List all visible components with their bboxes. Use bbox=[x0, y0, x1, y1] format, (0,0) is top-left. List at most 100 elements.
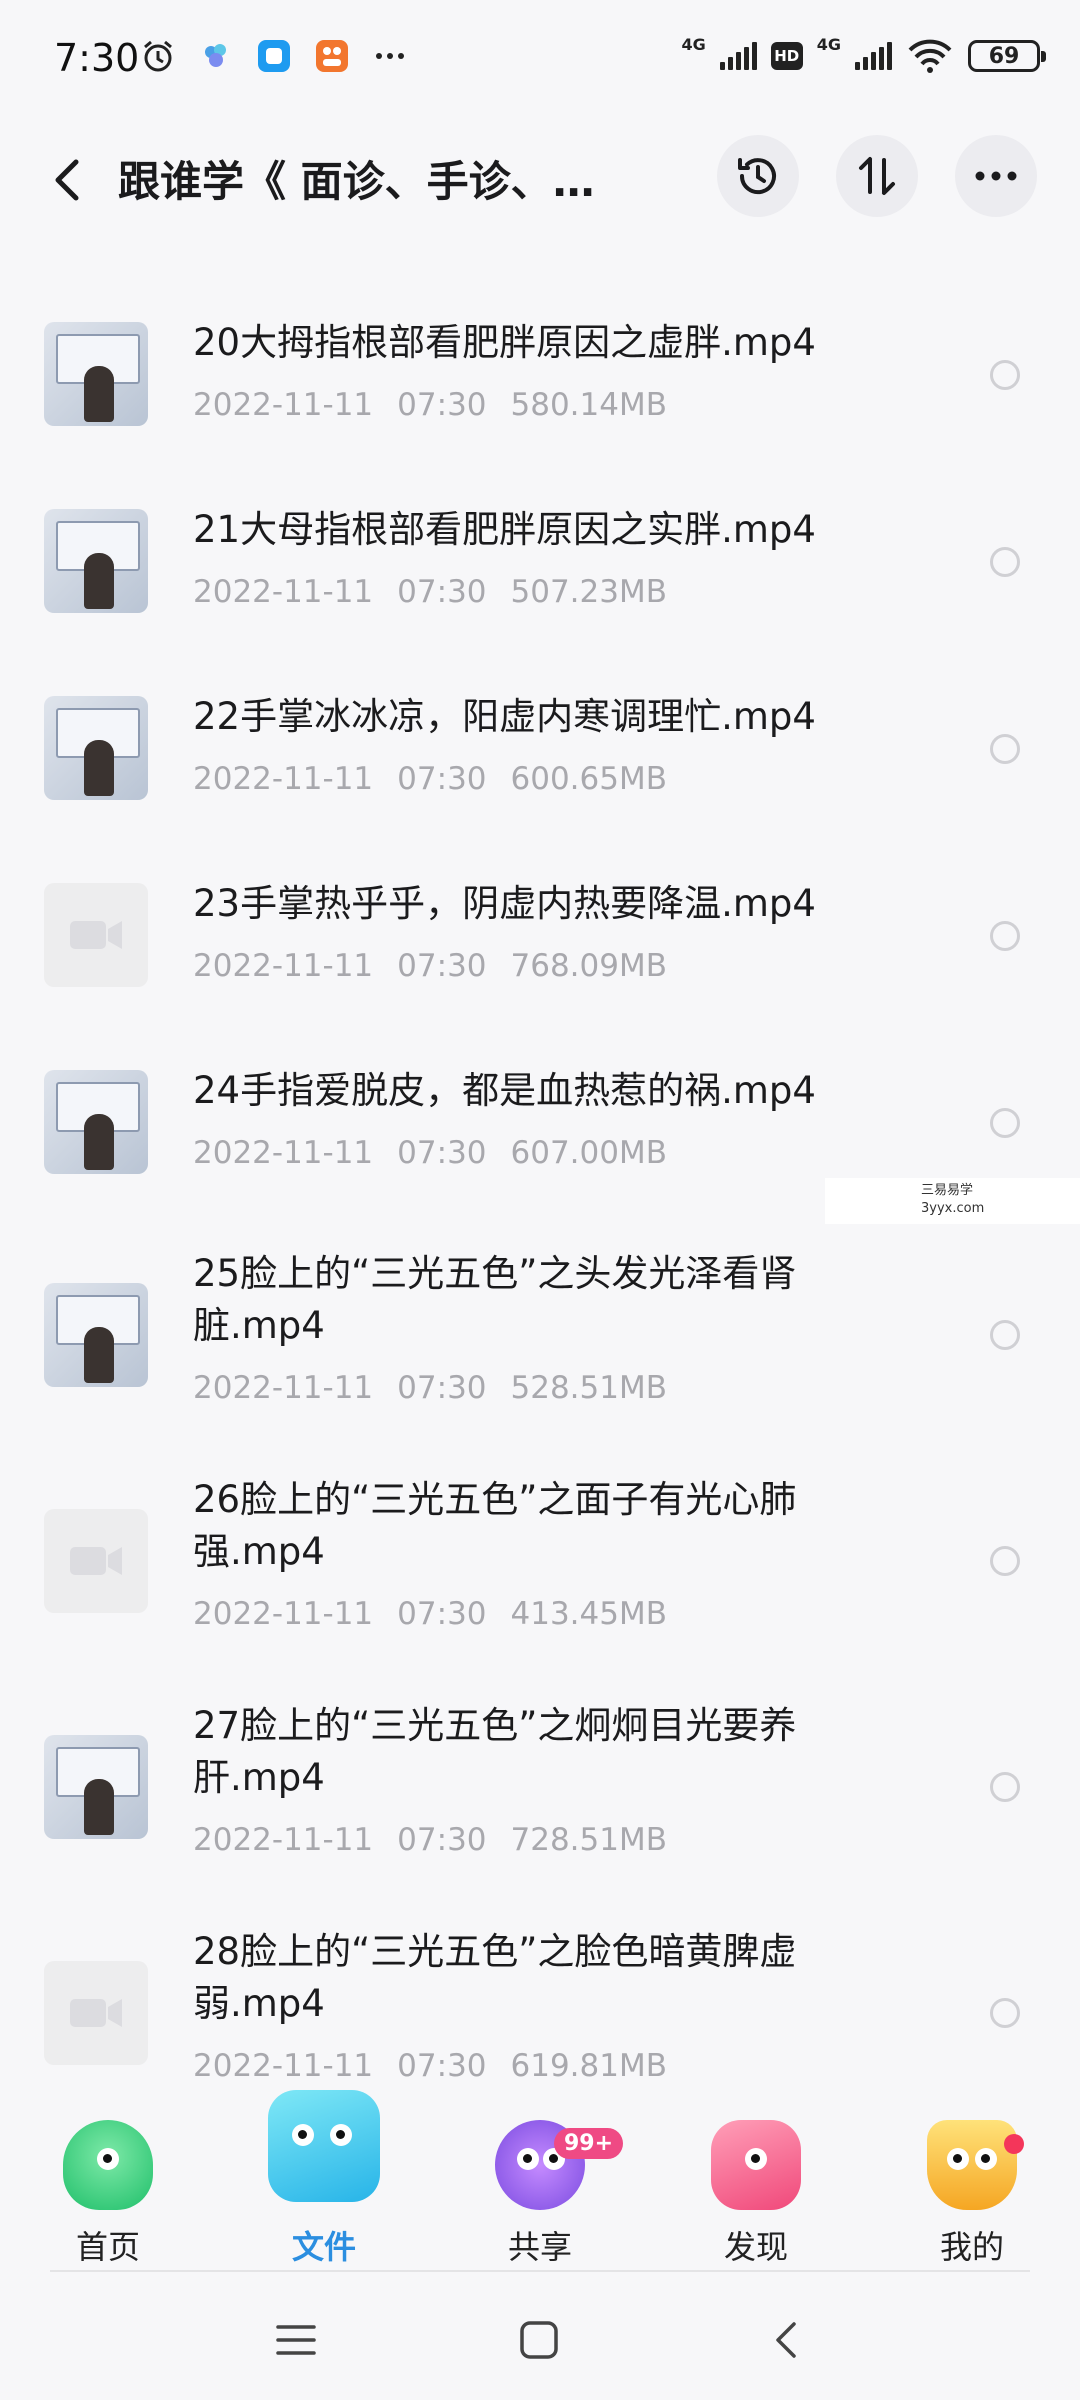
watermark-line1: 三易易学 bbox=[921, 1183, 974, 1198]
hd-voice-icon: HD bbox=[770, 42, 803, 70]
file-size: 768.09MB bbox=[510, 948, 667, 984]
tab-files[interactable]: 文件 bbox=[244, 2090, 404, 2270]
sort-button[interactable] bbox=[836, 135, 918, 217]
video-camera-icon bbox=[70, 1999, 122, 2027]
file-name: 22手掌冰冰凉，阳虚内寒调理忙.mp4 bbox=[193, 695, 816, 738]
menu-icon bbox=[276, 2325, 316, 2355]
select-radio[interactable] bbox=[990, 1772, 1020, 1802]
bottom-tab-bar: 首页 文件 共享 发现 我的 bbox=[0, 2090, 1080, 2270]
select-radio[interactable] bbox=[990, 1546, 1020, 1576]
file-meta: 2022-11-11 07:30 607.00MB bbox=[193, 1135, 667, 1171]
tab-profile[interactable]: 我的 bbox=[892, 2090, 1052, 2270]
tab-share[interactable]: 共享 bbox=[460, 2090, 620, 2270]
file-meta: 2022-11-11 07:30 507.23MB bbox=[193, 574, 667, 610]
file-meta: 2022-11-11 07:30 768.09MB bbox=[193, 948, 667, 984]
file-meta: 2022-11-11 07:30 600.65MB bbox=[193, 761, 667, 797]
home-button[interactable] bbox=[509, 2310, 569, 2370]
select-radio[interactable] bbox=[990, 734, 1020, 764]
file-time: 07:30 bbox=[397, 2048, 487, 2084]
file-time: 07:30 bbox=[397, 387, 487, 423]
file-time: 07:30 bbox=[397, 574, 487, 610]
select-radio[interactable] bbox=[990, 360, 1020, 390]
file-meta: 2022-11-11 07:30 580.14MB bbox=[193, 387, 667, 423]
video-thumbnail bbox=[44, 509, 148, 613]
signal-icon-2 bbox=[855, 42, 892, 70]
file-name: 25脸上的“三光五色”之头发光泽看肾脏.mp4 bbox=[193, 1252, 797, 1347]
discover-hexagon-icon bbox=[711, 2120, 801, 2210]
notification-dot bbox=[1004, 2134, 1024, 2154]
file-date: 2022-11-11 bbox=[193, 1596, 374, 1632]
file-time: 07:30 bbox=[397, 761, 487, 797]
more-icon bbox=[975, 171, 1017, 181]
watermark: 三易易学 3yyx.com bbox=[825, 1178, 1080, 1224]
video-camera-icon bbox=[70, 921, 122, 949]
home-cloud-icon bbox=[63, 2120, 153, 2210]
file-name: 26脸上的“三光五色”之面子有光心肺强.mp4 bbox=[193, 1478, 797, 1573]
status-notification-icons bbox=[140, 38, 408, 74]
video-thumbnail bbox=[44, 1283, 148, 1387]
select-radio[interactable] bbox=[990, 1998, 1020, 2028]
tab-discover[interactable]: 发现 bbox=[676, 2090, 836, 2270]
file-time: 07:30 bbox=[397, 1596, 487, 1632]
file-date: 2022-11-11 bbox=[193, 948, 374, 984]
file-meta: 2022-11-11 07:30 528.51MB bbox=[193, 1370, 667, 1406]
file-meta: 2022-11-11 07:30 413.45MB bbox=[193, 1596, 667, 1632]
file-meta: 2022-11-11 07:30 619.81MB bbox=[193, 2048, 667, 2084]
video-thumbnail bbox=[44, 696, 148, 800]
file-date: 2022-11-11 bbox=[193, 1822, 374, 1858]
status-time: 7:30 bbox=[54, 36, 140, 80]
file-size: 528.51MB bbox=[510, 1370, 667, 1406]
file-name: 20大拇指根部看肥胖原因之虚胖.mp4 bbox=[193, 321, 816, 364]
file-size: 413.45MB bbox=[510, 1596, 667, 1632]
select-radio[interactable] bbox=[990, 921, 1020, 951]
file-name: 23手掌热乎乎，阴虚内热要降温.mp4 bbox=[193, 882, 816, 925]
tab-home[interactable]: 首页 bbox=[28, 2090, 188, 2270]
file-time: 07:30 bbox=[397, 1135, 487, 1171]
file-time: 07:30 bbox=[397, 948, 487, 984]
battery-indicator: 69 bbox=[968, 40, 1046, 72]
back-button[interactable] bbox=[40, 152, 96, 208]
network-type-2: 4G bbox=[816, 34, 841, 54]
video-thumbnail bbox=[44, 1735, 148, 1839]
select-radio[interactable] bbox=[990, 1320, 1020, 1350]
history-button[interactable] bbox=[717, 135, 799, 217]
tab-label: 文件 bbox=[291, 2228, 356, 2266]
file-name: 27脸上的“三光五色”之炯炯目光要养肝.mp4 bbox=[193, 1704, 797, 1799]
system-back-button[interactable] bbox=[756, 2310, 816, 2370]
file-date: 2022-11-11 bbox=[193, 761, 374, 797]
status-bar: 7:30 4G HD 4G 69 bbox=[0, 0, 1080, 120]
share-count-badge: 99+ bbox=[554, 2128, 624, 2159]
tab-label: 首页 bbox=[75, 2228, 140, 2266]
home-square-icon bbox=[520, 2321, 558, 2359]
more-button[interactable] bbox=[955, 135, 1037, 217]
file-size: 619.81MB bbox=[510, 2048, 667, 2084]
more-dots-icon bbox=[372, 38, 408, 74]
file-name: 28脸上的“三光五色”之脸色暗黄脾虚弱.mp4 bbox=[193, 1930, 797, 2025]
wifi-icon bbox=[906, 38, 954, 74]
video-placeholder-thumbnail bbox=[44, 1509, 148, 1613]
app-orange-icon bbox=[314, 38, 350, 74]
select-radio[interactable] bbox=[990, 547, 1020, 577]
video-placeholder-thumbnail bbox=[44, 1961, 148, 2065]
video-thumbnail bbox=[44, 322, 148, 426]
back-arrow-icon bbox=[55, 159, 79, 201]
system-navigation-bar bbox=[0, 2280, 1080, 2400]
divider bbox=[50, 2270, 1030, 2272]
sort-icon bbox=[859, 157, 895, 195]
file-date: 2022-11-11 bbox=[193, 1370, 374, 1406]
network-type-1: 4G bbox=[681, 34, 706, 54]
signal-icon bbox=[719, 42, 757, 70]
tab-label: 发现 bbox=[723, 2228, 788, 2266]
profile-cake-icon bbox=[927, 2120, 1017, 2210]
file-meta: 2022-11-11 07:30 728.51MB bbox=[193, 1822, 667, 1858]
menu-button[interactable] bbox=[266, 2310, 326, 2370]
tab-label: 共享 bbox=[507, 2228, 572, 2266]
file-date: 2022-11-11 bbox=[193, 1135, 374, 1171]
status-system-icons: 4G HD 4G 69 bbox=[681, 34, 1046, 74]
file-date: 2022-11-11 bbox=[193, 387, 374, 423]
app-header: 跟谁学《 面诊、手诊、… bbox=[0, 130, 1080, 250]
file-size: 507.23MB bbox=[510, 574, 667, 610]
video-camera-icon bbox=[70, 1547, 122, 1575]
page-title: 跟谁学《 面诊、手诊、… bbox=[118, 157, 595, 206]
select-radio[interactable] bbox=[990, 1108, 1020, 1138]
